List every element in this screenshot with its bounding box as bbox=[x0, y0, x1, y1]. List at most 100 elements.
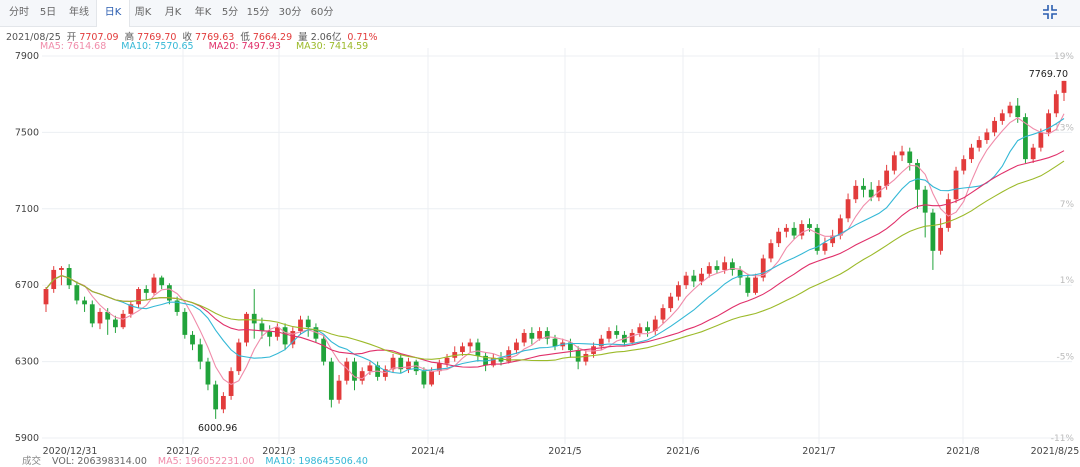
candle-body bbox=[328, 361, 334, 400]
y-tick-label: 7100 bbox=[15, 204, 39, 215]
candle-body bbox=[537, 331, 542, 339]
candle-body bbox=[143, 289, 149, 293]
y-tick-label: 6300 bbox=[15, 357, 39, 368]
candle-body bbox=[722, 262, 728, 270]
candle-body bbox=[97, 311, 103, 324]
x-tick-label: 2021/7 bbox=[802, 446, 835, 457]
x-tick-label: 2021/5 bbox=[548, 446, 581, 457]
candle-body bbox=[136, 289, 141, 305]
candle-body bbox=[89, 304, 95, 324]
volume-ma10: MA10: 198645506.40 bbox=[265, 456, 368, 467]
right-tick-label: 19% bbox=[1054, 52, 1074, 62]
right-tick-label: -5% bbox=[1056, 353, 1074, 363]
right-tick-label: -11% bbox=[1051, 434, 1075, 444]
x-tick-label: 2021/8 bbox=[946, 446, 979, 457]
candle-body bbox=[783, 227, 789, 232]
candle-body bbox=[853, 185, 859, 200]
candle-body bbox=[220, 395, 226, 410]
candle-body bbox=[683, 275, 689, 286]
candle-body bbox=[205, 361, 211, 385]
candle-body bbox=[1030, 147, 1036, 160]
candle-body bbox=[120, 313, 126, 328]
candle-body bbox=[460, 346, 465, 353]
candle-body bbox=[336, 380, 342, 400]
candle-body bbox=[969, 147, 974, 160]
candle-body bbox=[976, 140, 982, 148]
candle-body bbox=[282, 327, 288, 345]
ma20-line bbox=[45, 150, 1065, 368]
candle-body bbox=[406, 361, 411, 370]
candle-body bbox=[344, 361, 350, 381]
candle-body bbox=[591, 346, 596, 354]
x-tick-label: 2021/4 bbox=[411, 446, 444, 457]
ma30-line bbox=[45, 160, 1065, 362]
candle-body bbox=[891, 155, 897, 171]
candle-body bbox=[259, 323, 265, 332]
candle-body bbox=[961, 159, 967, 171]
candle-body bbox=[421, 371, 427, 385]
candle-body bbox=[668, 296, 674, 309]
y-tick-label: 7500 bbox=[15, 127, 39, 138]
candle-body bbox=[444, 357, 450, 364]
candle-body bbox=[699, 273, 704, 282]
volume-legend: 成交 VOL: 206398314.00 MA5: 196052231.00 M… bbox=[22, 456, 368, 467]
candle-body bbox=[66, 268, 72, 286]
candle-body bbox=[197, 344, 203, 362]
candle-body bbox=[984, 132, 990, 141]
candle-body bbox=[43, 289, 49, 305]
candle-body bbox=[930, 212, 936, 251]
candle-body bbox=[884, 170, 890, 186]
volume-value: VOL: 206398314.00 bbox=[52, 456, 147, 467]
candle-body bbox=[676, 285, 681, 297]
candle-body bbox=[1038, 132, 1044, 148]
candle-body bbox=[182, 311, 188, 335]
candle-body bbox=[190, 334, 195, 345]
candle-body bbox=[907, 151, 913, 163]
candle-body bbox=[691, 275, 697, 282]
candle-body bbox=[552, 338, 558, 347]
candle-body bbox=[845, 199, 851, 219]
high-annotation: 7769.70 bbox=[1029, 69, 1068, 80]
y-tick-label: 6700 bbox=[15, 280, 39, 291]
candle-body bbox=[113, 319, 118, 328]
candle-body bbox=[529, 332, 535, 339]
candle-body bbox=[606, 331, 612, 339]
volume-ma5: MA5: 196052231.00 bbox=[157, 456, 255, 467]
candle-body bbox=[429, 371, 434, 385]
candle-body bbox=[753, 277, 758, 293]
candle-body bbox=[213, 384, 219, 410]
candle-body bbox=[714, 266, 720, 270]
candle-body bbox=[637, 327, 643, 333]
candle-body bbox=[953, 170, 959, 200]
candle-body bbox=[244, 313, 249, 343]
candle-body bbox=[992, 120, 997, 133]
candle-body bbox=[660, 308, 666, 320]
candle-body bbox=[159, 277, 165, 286]
candle-body bbox=[305, 319, 311, 328]
candle-body bbox=[706, 266, 712, 274]
candle-body bbox=[583, 353, 589, 362]
right-tick-label: 7% bbox=[1060, 200, 1075, 210]
x-tick-label: 2021/6 bbox=[666, 446, 699, 457]
candle-body bbox=[514, 342, 519, 351]
candlestick-chart[interactable]: 7900 19%7500 13%7100 7%6700 1%6300 -5%5900 -11… bbox=[0, 0, 1080, 466]
low-annotation: 6000.96 bbox=[198, 423, 237, 434]
candle-body bbox=[575, 350, 581, 362]
candle-body bbox=[521, 332, 527, 343]
candle-body bbox=[82, 300, 87, 305]
candle-body bbox=[59, 268, 64, 270]
y-tick-label: 5900 bbox=[15, 433, 39, 444]
candle-body bbox=[938, 227, 943, 251]
candle-body bbox=[776, 231, 782, 244]
candle-body bbox=[321, 338, 327, 362]
candle-body bbox=[151, 277, 157, 293]
candle-body bbox=[745, 277, 751, 293]
candle-body bbox=[298, 319, 303, 332]
candle-body bbox=[614, 331, 620, 335]
candle-body bbox=[899, 151, 905, 156]
candle-body bbox=[1007, 105, 1013, 114]
candle-body bbox=[807, 224, 812, 228]
candle-body bbox=[1053, 94, 1059, 114]
right-tick-label: 1% bbox=[1060, 276, 1075, 286]
x-tick-label: 2021/8/25 bbox=[1031, 446, 1080, 457]
